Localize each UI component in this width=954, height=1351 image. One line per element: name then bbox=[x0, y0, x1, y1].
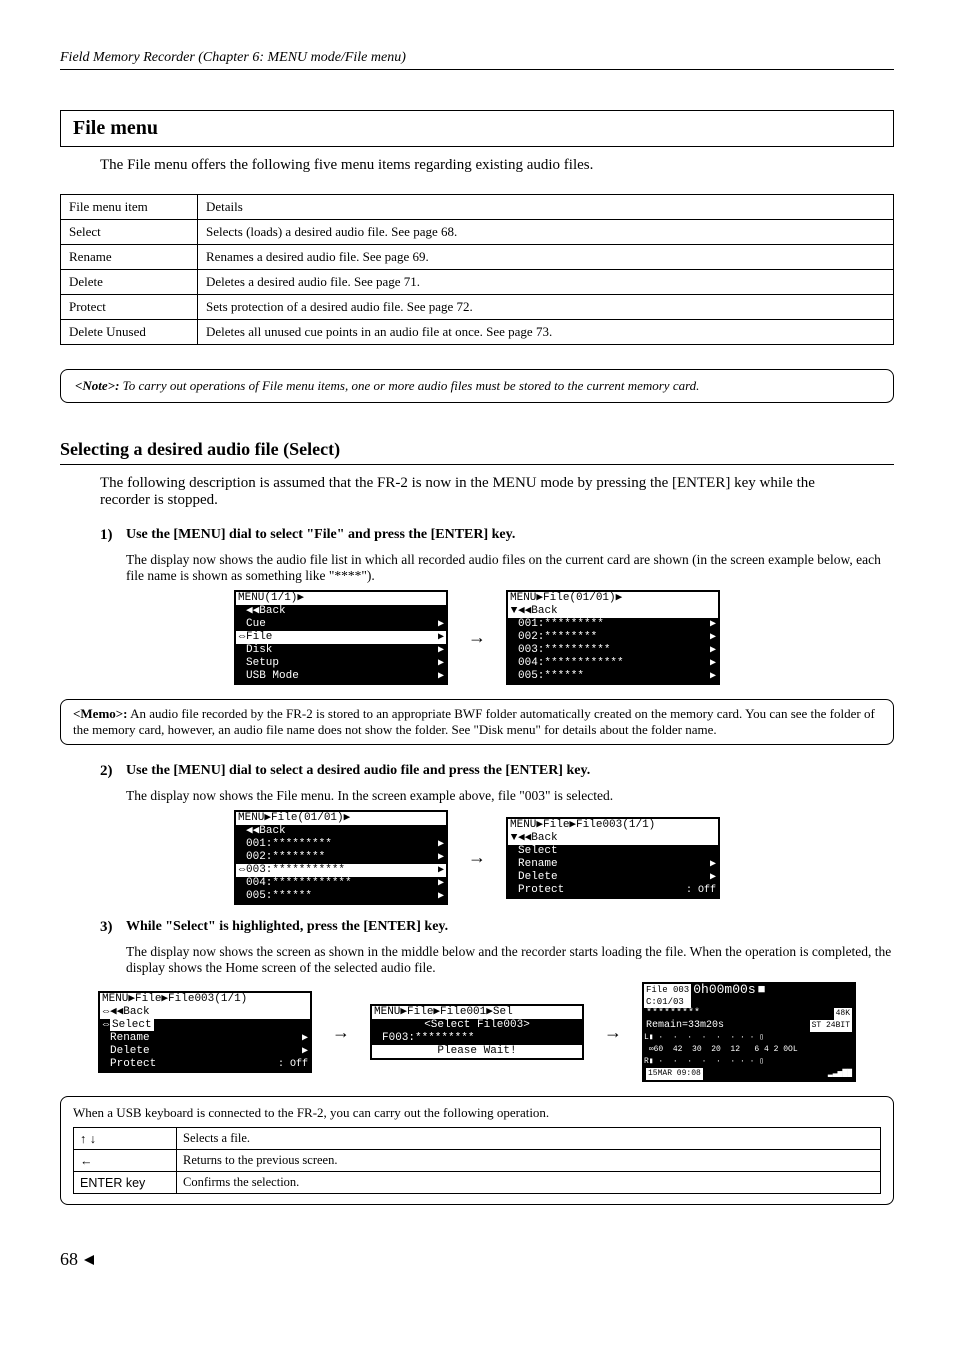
keyboard-box: When a USB keyboard is connected to the … bbox=[60, 1096, 894, 1205]
page-arrow-icon bbox=[84, 1255, 94, 1265]
table-row: Delete UnusedDeletes all unused cue poin… bbox=[61, 320, 894, 345]
flow-arrow-icon: → bbox=[468, 627, 486, 648]
step-bold: While "Select" is highlighted, press the… bbox=[126, 919, 448, 934]
col-header-item: File menu item bbox=[61, 195, 198, 220]
step-2-sub: The display now shows the File menu. In … bbox=[126, 788, 894, 804]
table-row: ENTER keyConfirms the selection. bbox=[74, 1172, 881, 1194]
lcd-home-screen: File 003 C:01/03 0h00m00s ■ *********48K… bbox=[642, 982, 856, 1082]
lcd-file-list-select: MENU▶File(01/01)▶ ◀◀Back 001:*********▶ … bbox=[234, 810, 448, 905]
step-3-sub: The display now shows the screen as show… bbox=[126, 944, 894, 976]
flow-arrow-icon: → bbox=[468, 847, 486, 868]
keyboard-table: ↑ ↓Selects a file. ←Returns to the previ… bbox=[73, 1127, 881, 1194]
section-heading: Selecting a desired audio file (Select) bbox=[60, 439, 894, 465]
table-row: ←Returns to the previous screen. bbox=[74, 1150, 881, 1172]
memo-box: <Memo>: An audio file recorded by the FR… bbox=[60, 699, 894, 745]
memo-text: An audio file recorded by the FR-2 is st… bbox=[73, 706, 875, 737]
lcd-file-menu-select: MENU▶File▶File003(1/1) ⇔◀◀Back⇔Select Re… bbox=[98, 991, 312, 1073]
memo-label: <Memo>: bbox=[73, 706, 128, 721]
table-row: SelectSelects (loads) a desired audio fi… bbox=[61, 220, 894, 245]
note-text: To carry out operations of File menu ite… bbox=[123, 378, 700, 393]
step-number: 3) bbox=[100, 919, 126, 936]
lcd-row-3: MENU▶File▶File003(1/1) ⇔◀◀Back⇔Select Re… bbox=[60, 982, 894, 1082]
step-number: 1) bbox=[100, 527, 126, 544]
table-row: ProtectSets protection of a desired audi… bbox=[61, 295, 894, 320]
step-bold: Use the [MENU] dial to select "File" and… bbox=[126, 527, 515, 542]
step-number: 2) bbox=[100, 763, 126, 780]
note-label: <Note>: bbox=[75, 378, 119, 393]
file-menu-items-table: File menu item Details SelectSelects (lo… bbox=[60, 194, 894, 345]
lcd-row-2: MENU▶File(01/01)▶ ◀◀Back 001:*********▶ … bbox=[60, 810, 894, 905]
keyboard-intro: When a USB keyboard is connected to the … bbox=[73, 1105, 881, 1121]
step-3: 3) While "Select" is highlighted, press … bbox=[100, 919, 894, 936]
page-number: 68 bbox=[60, 1249, 894, 1270]
intro-text: The File menu offers the following five … bbox=[100, 157, 894, 174]
flow-arrow-icon: → bbox=[332, 1022, 350, 1043]
lcd-menu-main: MENU(1/1)▶ ◀◀Back Cue▶⇔File▶ Disk▶ Setup… bbox=[234, 590, 448, 685]
step-1-sub: The display now shows the audio file lis… bbox=[126, 552, 894, 584]
step-1: 1) Use the [MENU] dial to select "File" … bbox=[100, 527, 894, 544]
table-row: ↑ ↓Selects a file. bbox=[74, 1128, 881, 1150]
col-header-details: Details bbox=[198, 195, 894, 220]
file-menu-title: File menu bbox=[60, 110, 894, 147]
flow-arrow-icon: → bbox=[604, 1022, 622, 1043]
lcd-file-list: MENU▶File(01/01)▶ ▼◀◀Back 001:*********▶… bbox=[506, 590, 720, 685]
step-bold: Use the [MENU] dial to select a desired … bbox=[126, 763, 590, 778]
table-header-row: File menu item Details bbox=[61, 195, 894, 220]
lcd-select-progress: MENU▶File▶File001▶Sel <Select File003> F… bbox=[370, 1004, 584, 1060]
section-intro: The following description is assumed tha… bbox=[100, 475, 854, 509]
lcd-file-menu: MENU▶File▶File003(1/1) ▼◀◀Back Select Re… bbox=[506, 817, 720, 899]
page-header: Field Memory Recorder (Chapter 6: MENU m… bbox=[60, 50, 894, 70]
step-2: 2) Use the [MENU] dial to select a desir… bbox=[100, 763, 894, 780]
table-row: DeleteDeletes a desired audio file. See … bbox=[61, 270, 894, 295]
table-row: RenameRenames a desired audio file. See … bbox=[61, 245, 894, 270]
lcd-row-1: MENU(1/1)▶ ◀◀Back Cue▶⇔File▶ Disk▶ Setup… bbox=[60, 590, 894, 685]
note-box: <Note>: To carry out operations of File … bbox=[60, 369, 894, 403]
